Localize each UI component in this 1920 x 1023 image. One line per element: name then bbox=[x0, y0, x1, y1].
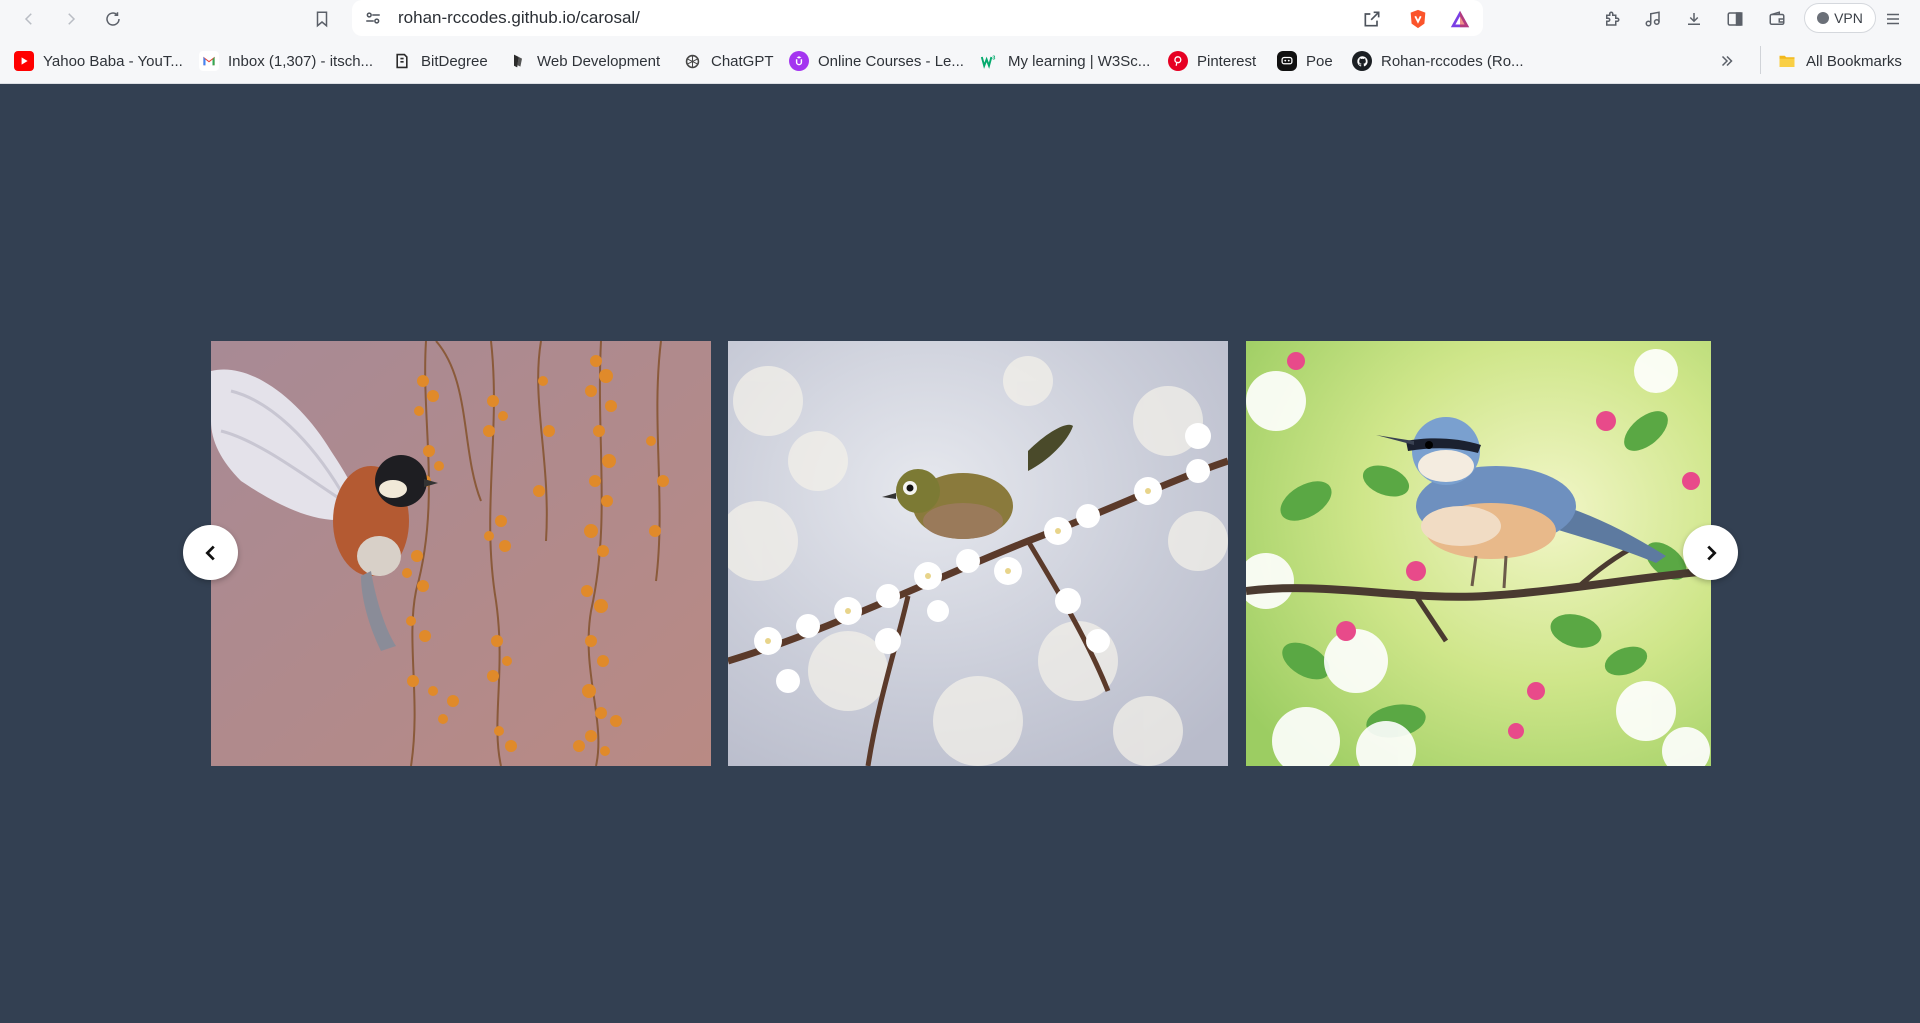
bookmarks-bar: Yahoo Baba - YouT... Inbox (1,307) - its… bbox=[0, 38, 1920, 84]
extensions-icon[interactable] bbox=[1597, 4, 1627, 34]
bookmark-label: ChatGPT bbox=[711, 52, 774, 70]
bitdegree-icon bbox=[392, 51, 412, 71]
bookmark-item[interactable]: Rohan-rccodes (Ro... bbox=[1352, 50, 1524, 72]
webdev-icon bbox=[508, 51, 528, 71]
slide-image-bird-berries bbox=[211, 341, 711, 766]
download-icon[interactable] bbox=[1679, 4, 1709, 34]
pinterest-icon bbox=[1168, 51, 1188, 71]
slide-image-nuthatch bbox=[1246, 341, 1711, 766]
carousel-prev-button[interactable] bbox=[183, 525, 238, 580]
carousel-next-button[interactable] bbox=[1683, 525, 1738, 580]
music-icon[interactable] bbox=[1638, 4, 1668, 34]
bookmark-label: BitDegree bbox=[421, 52, 488, 70]
slide-image-bird-blossoms bbox=[728, 341, 1228, 766]
poe-icon bbox=[1277, 51, 1297, 71]
chatgpt-icon bbox=[682, 51, 702, 71]
brave-rewards-icon[interactable] bbox=[1447, 6, 1473, 32]
w3schools-icon: 3 bbox=[979, 51, 999, 71]
vpn-button[interactable]: VPN bbox=[1804, 3, 1876, 33]
site-settings-icon[interactable] bbox=[362, 7, 384, 29]
bookmark-label: Rohan-rccodes (Ro... bbox=[1381, 52, 1524, 70]
brave-shield-icon[interactable] bbox=[1405, 6, 1431, 32]
bookmark-item[interactable]: ChatGPT bbox=[682, 50, 774, 72]
hamburger-menu-icon[interactable] bbox=[1878, 4, 1908, 34]
share-icon[interactable] bbox=[1359, 6, 1385, 32]
folder-icon bbox=[1777, 51, 1797, 71]
bookmark-item[interactable]: Web Development bbox=[508, 50, 660, 72]
bookmark-label: Online Courses - Le... bbox=[818, 52, 964, 70]
carousel-slide[interactable] bbox=[728, 341, 1228, 766]
chevron-left-icon bbox=[204, 545, 215, 560]
sidebar-icon[interactable] bbox=[1720, 4, 1750, 34]
vpn-label: VPN bbox=[1834, 10, 1863, 26]
browser-toolbar: rohan-rccodes.github.io/carosal/ VPN bbox=[0, 0, 1920, 38]
bookmark-item[interactable]: Online Courses - Le... bbox=[789, 50, 964, 72]
bookmarks-divider bbox=[1760, 46, 1761, 74]
reload-icon[interactable] bbox=[98, 4, 128, 34]
vpn-status-icon bbox=[1817, 12, 1830, 24]
bookmark-label: Yahoo Baba - YouT... bbox=[43, 52, 183, 70]
forward-arrow-icon[interactable] bbox=[56, 4, 86, 34]
github-icon bbox=[1352, 51, 1372, 71]
youtube-icon bbox=[14, 51, 34, 71]
chevron-double-right-icon[interactable] bbox=[1718, 50, 1736, 72]
bookmark-item[interactable]: Inbox (1,307) - itsch... bbox=[199, 50, 373, 72]
svg-text:3: 3 bbox=[992, 55, 995, 61]
bookmark-label: My learning | W3Sc... bbox=[1008, 52, 1151, 70]
udemy-icon bbox=[789, 51, 809, 71]
bookmark-label: Web Development bbox=[537, 52, 661, 70]
wallet-icon[interactable] bbox=[1762, 4, 1792, 34]
bookmark-label: Poe bbox=[1306, 52, 1333, 70]
carousel-slide[interactable] bbox=[1246, 341, 1711, 766]
chevron-right-icon bbox=[1706, 545, 1717, 560]
bookmark-label: Pinterest bbox=[1197, 52, 1257, 70]
carousel-slide[interactable] bbox=[211, 341, 711, 766]
bookmark-item[interactable]: BitDegree bbox=[392, 50, 488, 72]
all-bookmarks-label: All Bookmarks bbox=[1806, 52, 1902, 70]
address-bar[interactable]: rohan-rccodes.github.io/carosal/ bbox=[352, 0, 1483, 36]
bookmark-icon[interactable] bbox=[307, 4, 337, 34]
gmail-icon bbox=[199, 51, 219, 71]
bookmark-item[interactable]: Pinterest bbox=[1168, 50, 1256, 72]
image-carousel bbox=[211, 341, 1711, 766]
bookmark-label: Inbox (1,307) - itsch... bbox=[228, 52, 374, 70]
bookmark-item[interactable]: Yahoo Baba - YouT... bbox=[14, 50, 183, 72]
bookmark-item[interactable]: Poe bbox=[1277, 50, 1333, 72]
all-bookmarks-button[interactable]: All Bookmarks bbox=[1777, 50, 1902, 72]
url-text[interactable]: rohan-rccodes.github.io/carosal/ bbox=[398, 8, 640, 28]
back-arrow-icon[interactable] bbox=[14, 4, 44, 34]
bookmark-item[interactable]: 3 My learning | W3Sc... bbox=[979, 50, 1150, 72]
